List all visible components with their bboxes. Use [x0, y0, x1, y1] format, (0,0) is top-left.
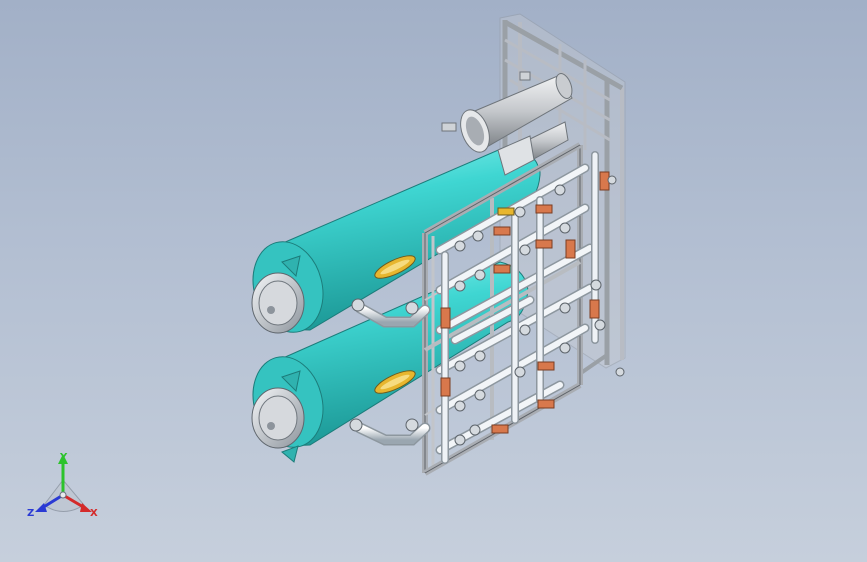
valve[interactable]	[497, 207, 515, 216]
valve[interactable]	[493, 264, 511, 274]
valve[interactable]	[535, 239, 553, 249]
coordinate-triad[interactable]: Y X Z	[27, 452, 98, 519]
valve[interactable]	[440, 377, 451, 397]
valve[interactable]	[535, 204, 553, 214]
valve[interactable]	[537, 399, 555, 409]
x-axis-label: X	[90, 508, 98, 519]
valve[interactable]	[537, 361, 555, 371]
y-axis-label: Y	[59, 452, 68, 463]
valve[interactable]	[491, 424, 509, 434]
valve[interactable]	[440, 307, 451, 329]
cad-viewport[interactable]: Y X Z	[0, 0, 867, 562]
valve[interactable]	[493, 226, 511, 236]
valve[interactable]	[589, 299, 600, 319]
model-canvas[interactable]: Y X Z	[0, 0, 867, 562]
z-axis-label: Z	[27, 508, 34, 519]
valve[interactable]	[565, 239, 576, 259]
